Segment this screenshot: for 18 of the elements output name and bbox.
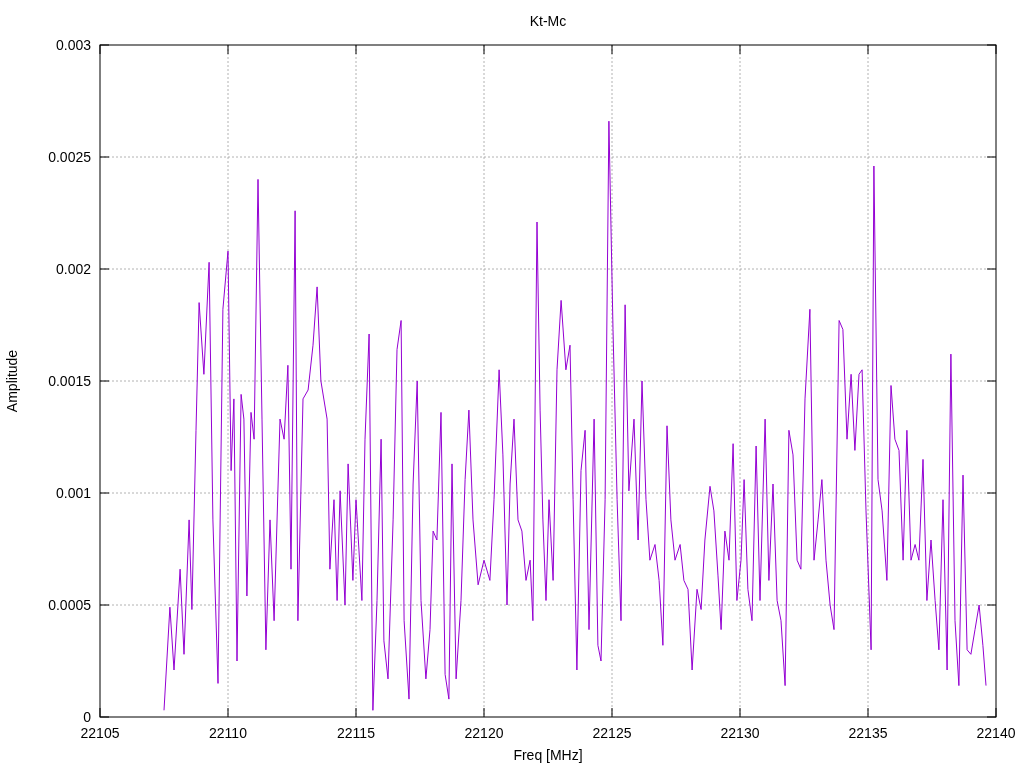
y-tick-label: 0.001 xyxy=(55,485,91,501)
x-tick-label: 22140 xyxy=(976,725,1016,741)
y-axis-label: Amplitude xyxy=(4,349,20,413)
x-axis-label: Freq [MHz] xyxy=(513,747,583,763)
x-tick-label: 22115 xyxy=(337,725,375,741)
x-tick-label: 22105 xyxy=(80,725,120,741)
y-tick-label: 0 xyxy=(83,709,91,725)
chart-title: Kt-Mc xyxy=(529,13,567,29)
x-tick-label: 22110 xyxy=(209,725,247,741)
x-tick-label: 22135 xyxy=(848,725,888,741)
x-tick-label: 22130 xyxy=(720,725,760,741)
x-tick-label: 22125 xyxy=(592,725,632,741)
y-tick-label: 0.002 xyxy=(55,261,91,277)
x-tick-label: 22120 xyxy=(464,725,504,741)
y-tick-label: 0.0015 xyxy=(48,373,91,389)
y-tick-label: 0.003 xyxy=(55,37,91,53)
y-tick-label: 0.0005 xyxy=(48,597,91,613)
y-tick-label: 0.0025 xyxy=(48,149,91,165)
